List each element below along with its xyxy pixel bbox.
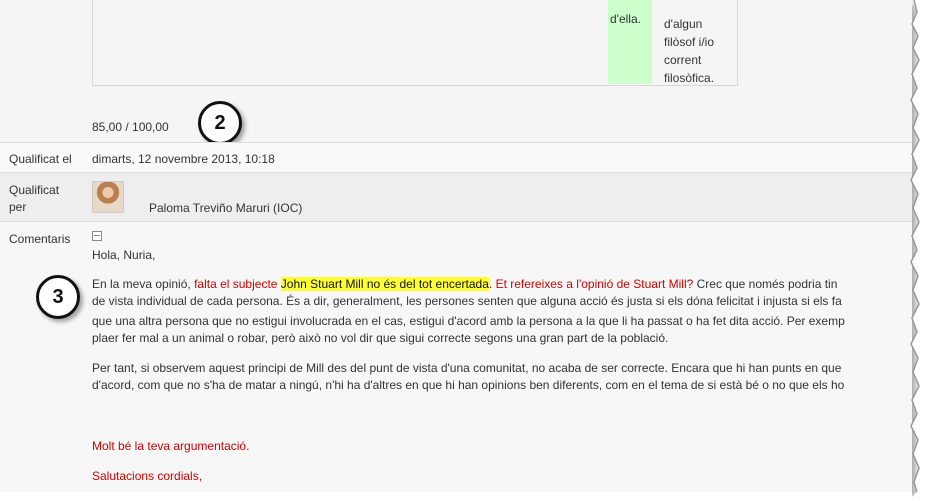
criterion-line: filosòfica. (664, 71, 715, 85)
comment-paragraph-2-line-2: d'acord, com que no s'ha de matar a ning… (92, 378, 845, 392)
comment-correction: . Et refereixes a l'opinió de Stuart Mil… (488, 277, 694, 291)
comment-text: Crec que només podria tin (693, 277, 838, 291)
comment-paragraph-2-line-1: Per tant, si observem aquest principi de… (92, 361, 842, 375)
graded-by-label-line: Qualificat (9, 183, 60, 197)
rubric-table: d'ella. d'algun filòsof i/io corrent fil… (92, 0, 738, 86)
graded-by-label: Qualificat per (9, 182, 59, 216)
comment-closing-praise: Molt bé la teva argumentació. (92, 439, 250, 453)
feedback-sheet: d'ella. d'algun filòsof i/io corrent fil… (0, 0, 912, 492)
graded-on-label: Qualificat el (9, 152, 72, 166)
graded-by-label-line: per (9, 200, 27, 214)
annotation-marker-2: 2 (198, 101, 242, 145)
rubric-green-text: d'ella. (610, 12, 641, 26)
comment-greeting: Hola, Nuria, (92, 248, 156, 262)
comment-paragraph-1-line-4: plaer fer mal a un animal o robar, però … (92, 331, 669, 345)
comment-paragraph-1-line-2: de vista individual de cada persona. És … (92, 294, 842, 308)
comment-paragraph-1-line-3: que una altra persona que no estigui inv… (92, 314, 845, 328)
comment-paragraph-1-line-1: En la meva opinió, falta el subjecte Joh… (92, 276, 912, 293)
grade-value: 85,00 / 100,00 (92, 120, 169, 134)
collapse-comment-icon[interactable] (92, 231, 102, 241)
graded-on-row: Qualificat el dimarts, 12 novembre 2013,… (0, 142, 912, 173)
torn-edge-decoration (908, 0, 930, 501)
criterion-line: filòsof i/io (664, 35, 715, 49)
criterion-line: d'algun (664, 17, 703, 31)
grader-avatar[interactable] (92, 181, 124, 213)
bottom-margin (0, 492, 912, 501)
rubric-selected-level: d'ella. (608, 0, 652, 84)
graded-on-date: dimarts, 12 novembre 2013, 10:18 (92, 152, 275, 166)
graded-by-row: Qualificat per (0, 172, 912, 221)
comment-correction: falta el subjecte (194, 277, 281, 291)
comments-label: Comentaris (9, 232, 71, 246)
grader-name[interactable]: Paloma Treviño Maruri (IOC) (149, 201, 302, 215)
comment-text: En la meva opinió, (92, 277, 195, 291)
rubric-criterion-text: d'algun filòsof i/io corrent filosòfica. (664, 15, 714, 87)
comment-highlight: John Stuart Mill no és del tot encertada (280, 277, 489, 291)
annotation-marker-3: 3 (36, 275, 80, 319)
criterion-line: corrent (664, 53, 702, 67)
comment-closing-greeting: Salutacions cordials, (92, 469, 203, 483)
